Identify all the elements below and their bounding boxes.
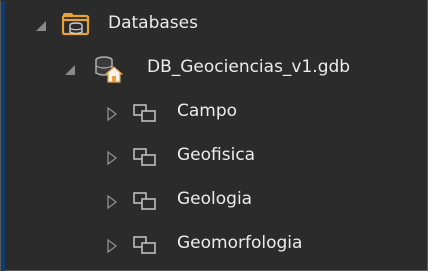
collapsed-arrow-icon[interactable] [105,151,119,165]
feature-dataset-icon [132,235,158,257]
expanded-arrow-icon[interactable] [34,19,48,33]
tree-item-label: Databases [108,13,198,33]
collapsed-arrow-icon[interactable] [105,195,119,209]
tree-item-dataset[interactable]: Geologia [1,181,421,221]
collapsed-arrow-icon[interactable] [105,107,119,121]
feature-dataset-icon [132,103,158,125]
expanded-arrow-icon[interactable] [63,63,77,77]
tree-item-label: DB_Geociencias_v1.gdb [147,57,351,77]
tree-item-dataset[interactable]: Geofisica [1,137,421,177]
tree-item-databases[interactable]: Databases [1,5,421,45]
feature-dataset-icon [132,191,158,213]
folder-database-icon [62,11,90,37]
catalog-tree-panel: Databases DB_Geociencias_v1.gdb Campo Ge… [0,0,428,271]
tree-item-label: Geologia [177,189,253,209]
tree-item-geodatabase[interactable]: DB_Geociencias_v1.gdb [1,49,421,89]
tree-item-label: Campo [177,101,238,121]
tree-item-label: Geomorfologia [177,233,303,253]
home-geodatabase-icon [93,55,123,83]
collapsed-arrow-icon[interactable] [105,239,119,253]
tree-item-dataset[interactable]: Geomorfologia [1,225,421,265]
feature-dataset-icon [132,147,158,169]
tree-item-label: Geofisica [177,145,256,165]
tree-item-dataset[interactable]: Campo [1,93,421,133]
